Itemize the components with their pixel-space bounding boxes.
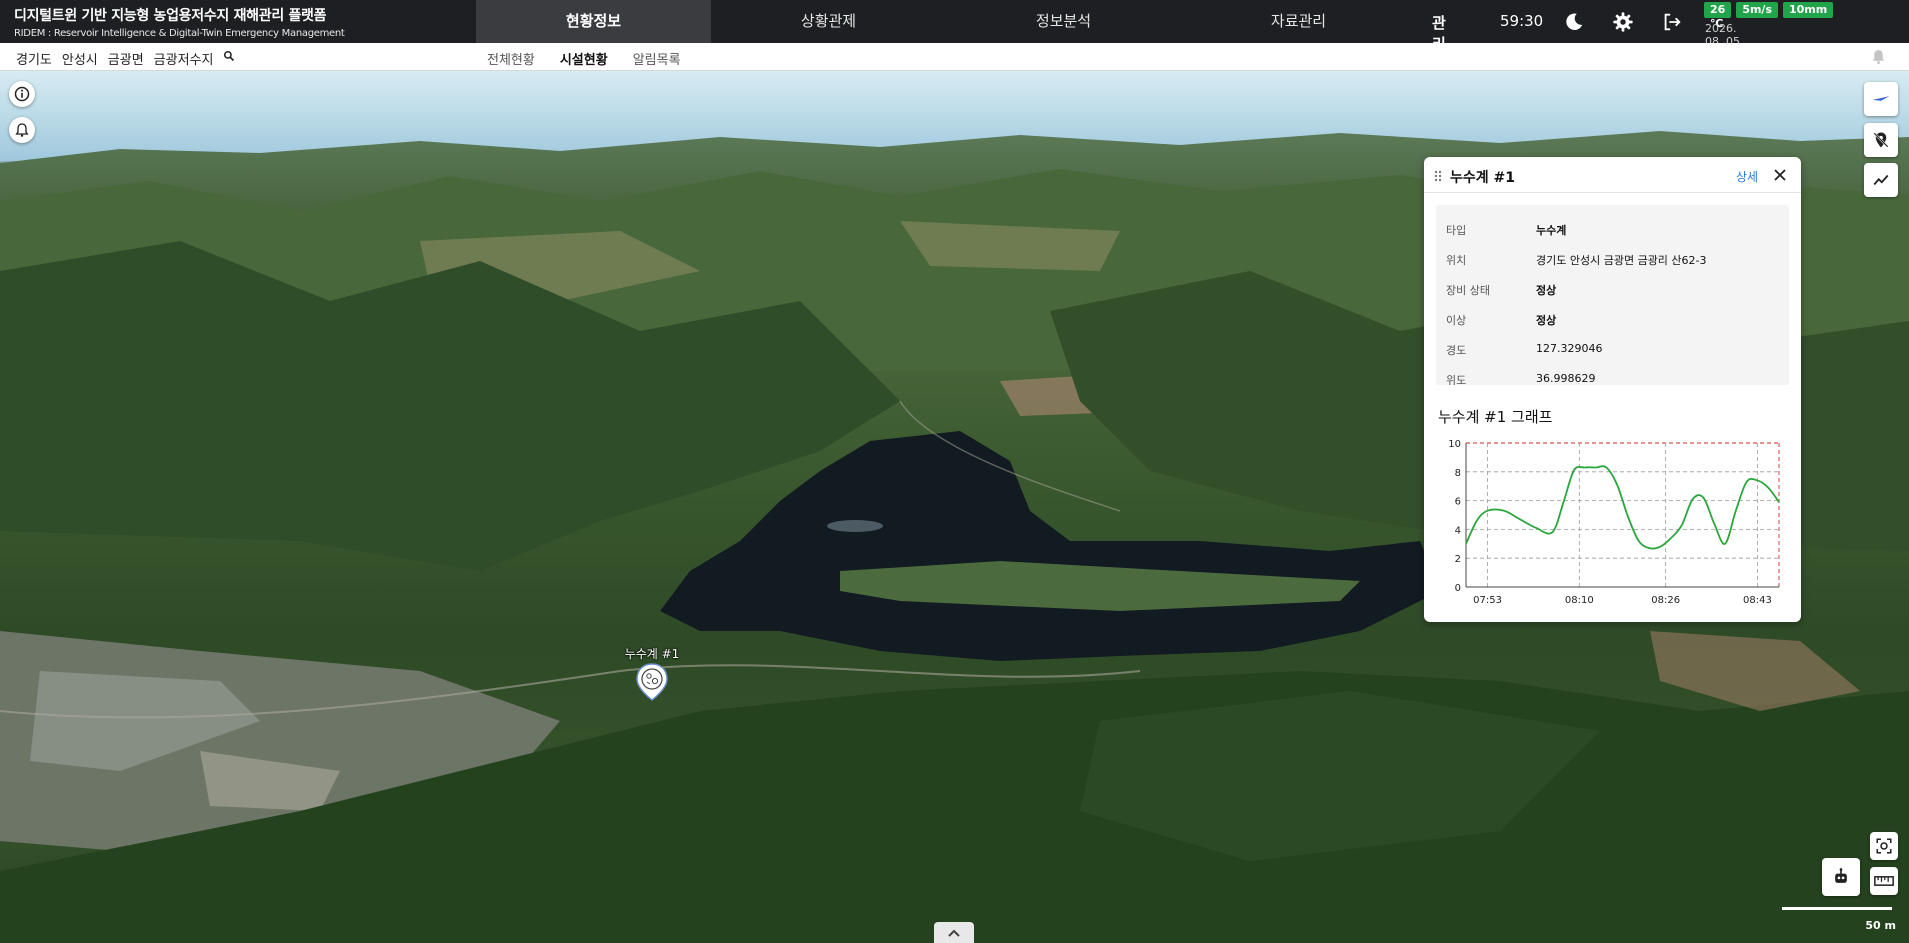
info-key: 위도 bbox=[1446, 374, 1467, 387]
x-tick-label: 08:10 bbox=[1565, 595, 1594, 606]
y-tick-label: 6 bbox=[1455, 497, 1461, 508]
info-value: 정상 bbox=[1536, 314, 1557, 327]
breadcrumb-province[interactable]: 경기도 bbox=[16, 49, 52, 68]
assistant-button[interactable] bbox=[1822, 858, 1860, 896]
tab-facility-status[interactable]: 시설현황 bbox=[560, 49, 608, 68]
compass-icon bbox=[1872, 96, 1890, 101]
x-tick-label: 07:53 bbox=[1473, 595, 1502, 606]
leak-sensor-icon bbox=[636, 663, 668, 701]
alert-button[interactable] bbox=[9, 117, 35, 143]
app-subtitle: RIDEM : Reservoir Intelligence & Digital… bbox=[14, 28, 345, 39]
rain-badge: 10mm bbox=[1783, 2, 1834, 18]
info-value: 127.329046 bbox=[1536, 342, 1603, 355]
sub-bar: 경기도 안성시 금광면 금광저수지 전체현황 시설현황 알림목록 bbox=[0, 43, 1909, 71]
tab-overall-status[interactable]: 전체현황 bbox=[487, 49, 535, 68]
temperature-badge: 26 ℃ bbox=[1704, 2, 1732, 30]
tab-alert-list[interactable]: 알림목록 bbox=[633, 49, 681, 68]
trend-icon bbox=[1873, 174, 1889, 186]
panel-title: 누수계 #1 bbox=[1450, 170, 1515, 186]
capture-button[interactable] bbox=[1870, 832, 1898, 860]
sub-tabs: 전체현황 시설현황 알림목록 bbox=[487, 49, 681, 68]
measure-button[interactable] bbox=[1870, 867, 1898, 895]
bell-icon[interactable] bbox=[1870, 48, 1887, 65]
drag-handle-icon[interactable] bbox=[1434, 170, 1442, 182]
compass-button[interactable] bbox=[1864, 82, 1898, 116]
graph-title: 누수계 #1 그래프 bbox=[1438, 408, 1553, 426]
x-tick-label: 08:26 bbox=[1651, 595, 1680, 606]
nav-status-info[interactable]: 현황정보 bbox=[476, 0, 711, 43]
nav-data-management[interactable]: 자료관리 bbox=[1181, 0, 1416, 43]
y-tick-label: 2 bbox=[1455, 554, 1461, 565]
scale-label: 50 m bbox=[1865, 919, 1896, 932]
info-value: 정상 bbox=[1536, 284, 1557, 297]
breadcrumb-reservoir[interactable]: 금광저수지 bbox=[154, 49, 214, 68]
bottom-panel-toggle[interactable] bbox=[934, 922, 974, 943]
breadcrumb: 경기도 안성시 금광면 금광저수지 bbox=[16, 49, 235, 68]
info-button[interactable] bbox=[9, 81, 35, 107]
info-value: 경기도 안성시 금광면 금광리 산62-3 bbox=[1536, 254, 1707, 267]
nav-situation-control[interactable]: 상황관제 bbox=[711, 0, 946, 43]
wind-badge: 5m/s bbox=[1736, 2, 1778, 18]
breadcrumb-town[interactable]: 금광면 bbox=[108, 49, 144, 68]
session-timer: 59:30 bbox=[1500, 12, 1544, 30]
info-key: 경도 bbox=[1446, 344, 1467, 357]
scale-line bbox=[1782, 907, 1892, 910]
info-value: 36.998629 bbox=[1536, 372, 1596, 385]
top-bar: 디지털트윈 기반 지능형 농업용저수지 재해관리 플랫폼 RIDEM : Res… bbox=[0, 0, 1909, 95]
info-key: 이상 bbox=[1446, 314, 1467, 327]
weather-badges: 26 ℃ 5m/s 10mm bbox=[1704, 2, 1834, 30]
series-line bbox=[1465, 465, 1780, 550]
info-table: 타입 누수계 위치 경기도 안성시 금광면 금광리 산62-3 장비 상태 정상… bbox=[1436, 205, 1789, 387]
y-tick-label: 4 bbox=[1455, 525, 1461, 536]
logout-icon[interactable] bbox=[1661, 11, 1683, 33]
brand[interactable]: 디지털트윈 기반 지능형 농업용저수지 재해관리 플랫폼 RIDEM : Res… bbox=[14, 5, 345, 39]
chevron-up-icon bbox=[948, 929, 960, 937]
location-toggle-button[interactable] bbox=[1864, 123, 1898, 157]
trend-button[interactable] bbox=[1864, 163, 1898, 197]
y-tick-label: 0 bbox=[1455, 583, 1461, 594]
ruler-icon bbox=[1874, 876, 1894, 886]
y-tick-label: 8 bbox=[1455, 468, 1461, 479]
x-tick-label: 08:43 bbox=[1743, 595, 1772, 606]
info-key: 위치 bbox=[1446, 254, 1467, 267]
search-icon[interactable] bbox=[223, 50, 235, 62]
facility-info-panel: 누수계 #1 상세 타입 누수계 위치 경기도 안성시 금광면 금광리 산62-… bbox=[1424, 157, 1801, 622]
sensor-marker[interactable]: 누수계 #1 bbox=[625, 645, 679, 705]
y-tick-label: 10 bbox=[1448, 439, 1461, 450]
close-icon[interactable] bbox=[1773, 168, 1787, 182]
info-key: 장비 상태 bbox=[1446, 284, 1490, 297]
gear-icon[interactable] bbox=[1612, 11, 1634, 33]
scale-bar: 50 m bbox=[1776, 905, 1900, 935]
info-value: 누수계 bbox=[1536, 224, 1567, 237]
panel-header: 누수계 #1 상세 bbox=[1424, 157, 1801, 193]
robot-icon bbox=[1835, 868, 1847, 883]
moon-icon[interactable] bbox=[1563, 11, 1585, 33]
bell-icon bbox=[15, 123, 29, 137]
info-key: 타입 bbox=[1446, 224, 1467, 237]
app-title: 디지털트윈 기반 지능형 농업용저수지 재해관리 플랫폼 bbox=[14, 8, 327, 24]
main-nav: 현황정보 상황관제 정보분석 자료관리 bbox=[476, 0, 1416, 43]
location-off-icon bbox=[1873, 132, 1889, 148]
leak-sensor-chart: 0 2 4 6 8 10 07:53 08:10 08:26 08:43 bbox=[1448, 439, 1780, 606]
capture-icon bbox=[1876, 838, 1892, 854]
info-icon bbox=[14, 86, 30, 102]
breadcrumb-city[interactable]: 안성시 bbox=[62, 49, 98, 68]
detail-link[interactable]: 상세 bbox=[1736, 168, 1758, 185]
nav-info-analysis[interactable]: 정보분석 bbox=[946, 0, 1181, 43]
marker-label: 누수계 #1 bbox=[624, 647, 680, 661]
